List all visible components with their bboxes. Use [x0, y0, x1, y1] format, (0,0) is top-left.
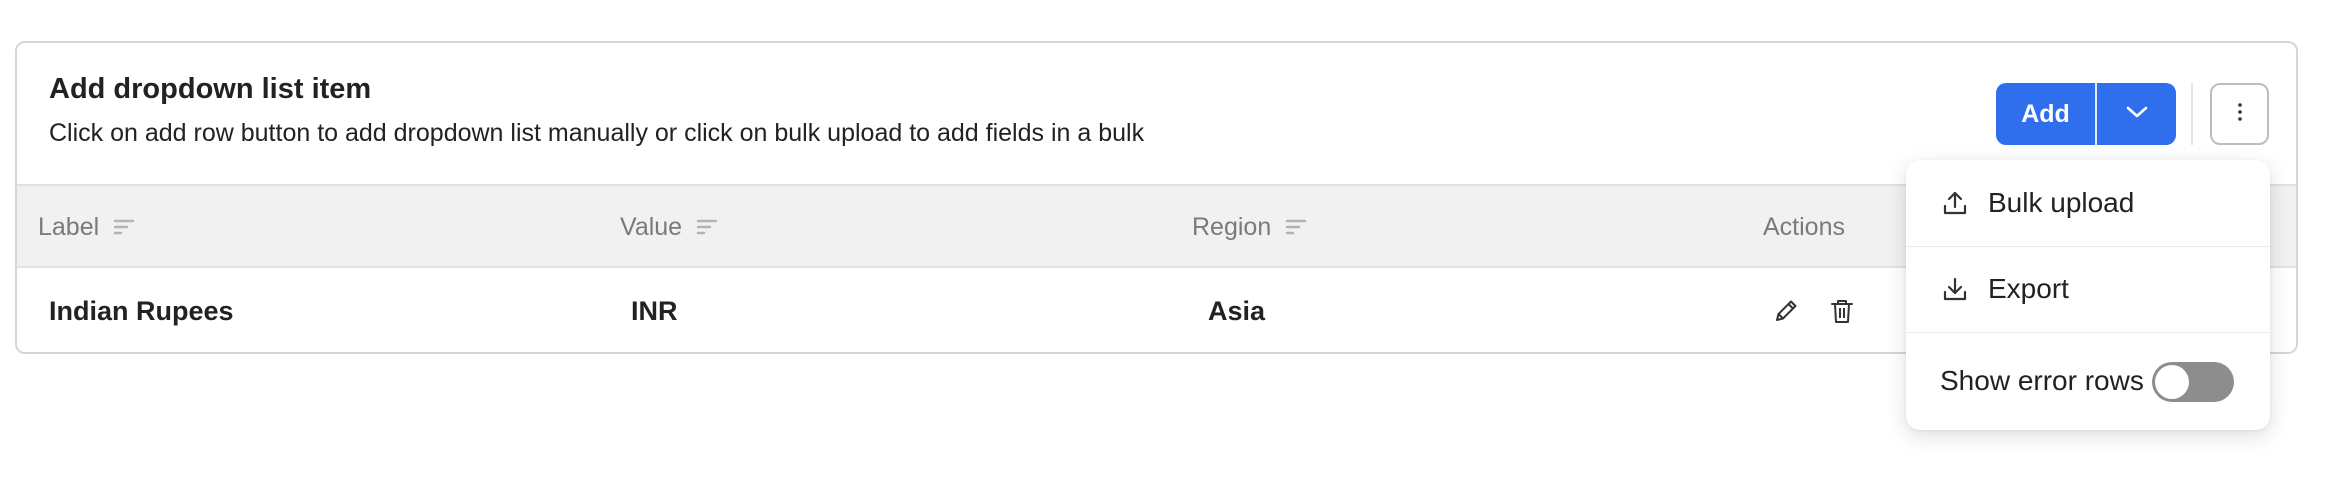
column-header-actions: Actions — [1763, 186, 1845, 268]
add-options-toggle[interactable] — [2097, 83, 2176, 145]
sort-icon[interactable] — [1285, 218, 1307, 236]
cell-region: Asia — [1208, 295, 1266, 326]
column-header-region: Region — [1192, 186, 1307, 268]
column-header-text: Actions — [1763, 212, 1845, 241]
edit-icon[interactable] — [1771, 296, 1801, 326]
column-header-text: Region — [1192, 212, 1272, 241]
delete-icon[interactable] — [1827, 296, 1857, 326]
column-header-label: Label — [38, 186, 135, 268]
column-header-text: Value — [620, 212, 683, 241]
menu-item-label: Bulk upload — [1988, 187, 2135, 218]
card-subtitle: Click on add row button to add dropdown … — [49, 119, 1145, 147]
upload-icon — [1940, 188, 1970, 218]
chevron-down-icon — [2125, 105, 2149, 124]
download-icon — [1940, 274, 1970, 304]
show-error-rows-toggle[interactable] — [2152, 362, 2234, 402]
cell-label: Indian Rupees — [49, 295, 234, 326]
show-error-rows-row: Show error rows — [1906, 332, 2270, 430]
card-title: Add dropdown list item — [49, 73, 372, 105]
toolbar-divider — [2191, 83, 2193, 145]
menu-item-export[interactable]: Export — [1906, 246, 2270, 332]
menu-item-bulk-upload[interactable]: Bulk upload — [1906, 160, 2270, 246]
sort-icon[interactable] — [113, 218, 135, 236]
column-header-value: Value — [620, 186, 718, 268]
add-split-button: Add — [1996, 83, 2176, 145]
show-error-rows-label: Show error rows — [1940, 365, 2144, 396]
toggle-knob — [2155, 365, 2189, 399]
add-button[interactable]: Add — [1996, 83, 2095, 145]
kebab-menu-icon — [2237, 102, 2243, 127]
more-options-button[interactable] — [2210, 83, 2269, 145]
sort-icon[interactable] — [696, 218, 718, 236]
more-options-menu: Bulk upload Export Show error rows — [1906, 160, 2270, 430]
column-header-text: Label — [38, 212, 100, 241]
menu-item-label: Export — [1988, 273, 2069, 304]
add-split-divider — [2095, 83, 2097, 145]
cell-value: INR — [631, 295, 678, 326]
